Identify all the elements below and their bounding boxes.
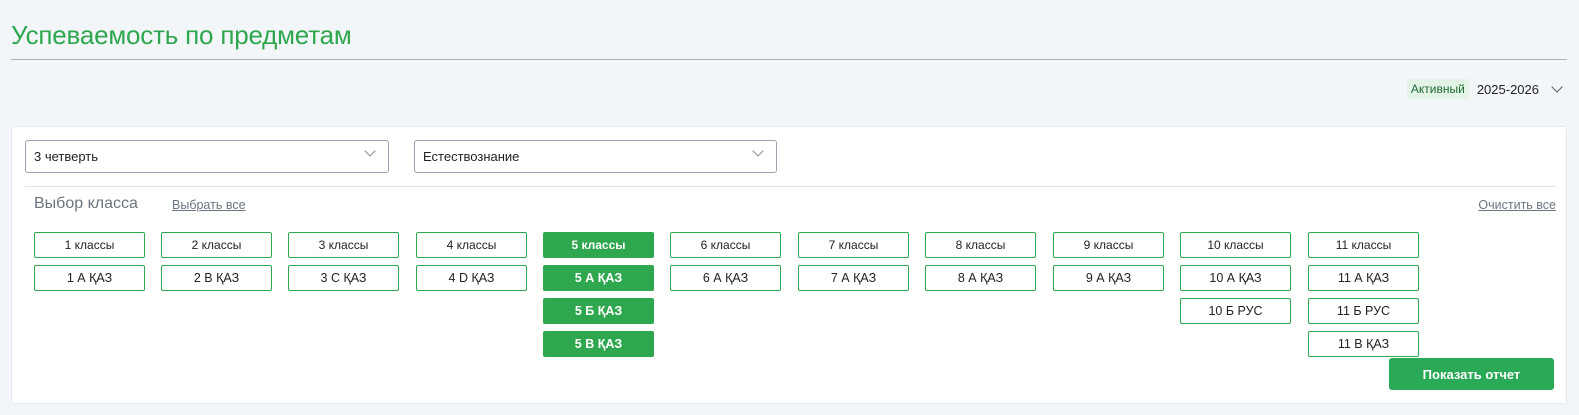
page-title: Успеваемость по предметам bbox=[11, 20, 352, 50]
chevron-down-icon[interactable] bbox=[752, 145, 764, 157]
quarter-select[interactable]: 3 четверть bbox=[25, 140, 389, 173]
class-chip[interactable]: 10 Б РУС bbox=[1180, 298, 1291, 324]
grade-column: 5 классы 5 А ҚАЗ 5 Б ҚАЗ 5 В ҚАЗ bbox=[543, 232, 654, 357]
select-all-link[interactable]: Выбрать все bbox=[172, 198, 246, 212]
quarter-select-value: 3 четверть bbox=[34, 149, 99, 164]
subject-select[interactable]: Естествознание bbox=[414, 140, 777, 173]
class-chip[interactable]: 6 А ҚАЗ bbox=[670, 265, 781, 291]
subject-select-value: Естествознание bbox=[423, 149, 520, 164]
class-chip[interactable]: 5 Б ҚАЗ bbox=[543, 298, 654, 324]
grade-chip[interactable]: 8 классы bbox=[925, 232, 1036, 258]
grade-column: 8 классы 8 А ҚАЗ bbox=[925, 232, 1036, 291]
class-chip[interactable]: 5 А ҚАЗ bbox=[543, 265, 654, 291]
grade-chip[interactable]: 3 классы bbox=[288, 232, 399, 258]
grade-chip[interactable]: 4 классы bbox=[416, 232, 527, 258]
status-badge: Активный bbox=[1406, 79, 1469, 99]
clear-all-link[interactable]: Очистить все bbox=[1478, 198, 1556, 212]
grade-column: 1 классы 1 А ҚАЗ bbox=[34, 232, 145, 291]
class-chip[interactable]: 11 А ҚАЗ bbox=[1308, 265, 1419, 291]
grade-column: 4 классы 4 D ҚАЗ bbox=[416, 232, 527, 291]
chevron-down-icon[interactable] bbox=[364, 145, 376, 157]
grade-column: 10 классы 10 А ҚАЗ 10 Б РУС bbox=[1180, 232, 1291, 324]
grade-chip[interactable]: 11 классы bbox=[1308, 232, 1419, 258]
grade-chip[interactable]: 7 классы bbox=[798, 232, 909, 258]
class-chip[interactable]: 11 Б РУС bbox=[1308, 298, 1419, 324]
grade-chip[interactable]: 10 классы bbox=[1180, 232, 1291, 258]
show-report-button[interactable]: Показать отчет bbox=[1389, 358, 1554, 390]
class-chip[interactable]: 1 А ҚАЗ bbox=[34, 265, 145, 291]
grade-chip[interactable]: 2 классы bbox=[161, 232, 272, 258]
grade-column: 6 классы 6 А ҚАЗ bbox=[670, 232, 781, 291]
title-divider bbox=[11, 59, 1567, 60]
class-chip[interactable]: 3 С ҚАЗ bbox=[288, 265, 399, 291]
grade-chip[interactable]: 1 классы bbox=[34, 232, 145, 258]
year-selector[interactable]: Активный 2025-2026 bbox=[1406, 78, 1563, 100]
class-chip[interactable]: 2 В ҚАЗ bbox=[161, 265, 272, 291]
class-chip[interactable]: 8 А ҚАЗ bbox=[925, 265, 1036, 291]
chevron-down-icon[interactable] bbox=[1551, 80, 1563, 93]
class-chip[interactable]: 7 А ҚАЗ bbox=[798, 265, 909, 291]
grade-column: 2 классы 2 В ҚАЗ bbox=[161, 232, 272, 291]
grade-chip[interactable]: 6 классы bbox=[670, 232, 781, 258]
year-value[interactable]: 2025-2026 bbox=[1477, 82, 1539, 97]
grade-chip[interactable]: 5 классы bbox=[543, 232, 654, 258]
grade-column: 3 классы 3 С ҚАЗ bbox=[288, 232, 399, 291]
filter-card: 3 четверть Естествознание Выбор класса В… bbox=[11, 126, 1567, 404]
divider bbox=[25, 186, 1556, 187]
grade-column: 7 классы 7 А ҚАЗ bbox=[798, 232, 909, 291]
grade-column: 11 классы 11 А ҚАЗ 11 Б РУС 11 В ҚАЗ bbox=[1308, 232, 1419, 357]
class-chip[interactable]: 5 В ҚАЗ bbox=[543, 331, 654, 357]
class-chip[interactable]: 4 D ҚАЗ bbox=[416, 265, 527, 291]
class-chip[interactable]: 10 А ҚАЗ bbox=[1180, 265, 1291, 291]
class-choice-heading: Выбор класса bbox=[34, 195, 138, 212]
class-chip[interactable]: 11 В ҚАЗ bbox=[1308, 331, 1419, 357]
grade-chip[interactable]: 9 классы bbox=[1053, 232, 1164, 258]
class-chip[interactable]: 9 А ҚАЗ bbox=[1053, 265, 1164, 291]
grade-column: 9 классы 9 А ҚАЗ bbox=[1053, 232, 1164, 291]
